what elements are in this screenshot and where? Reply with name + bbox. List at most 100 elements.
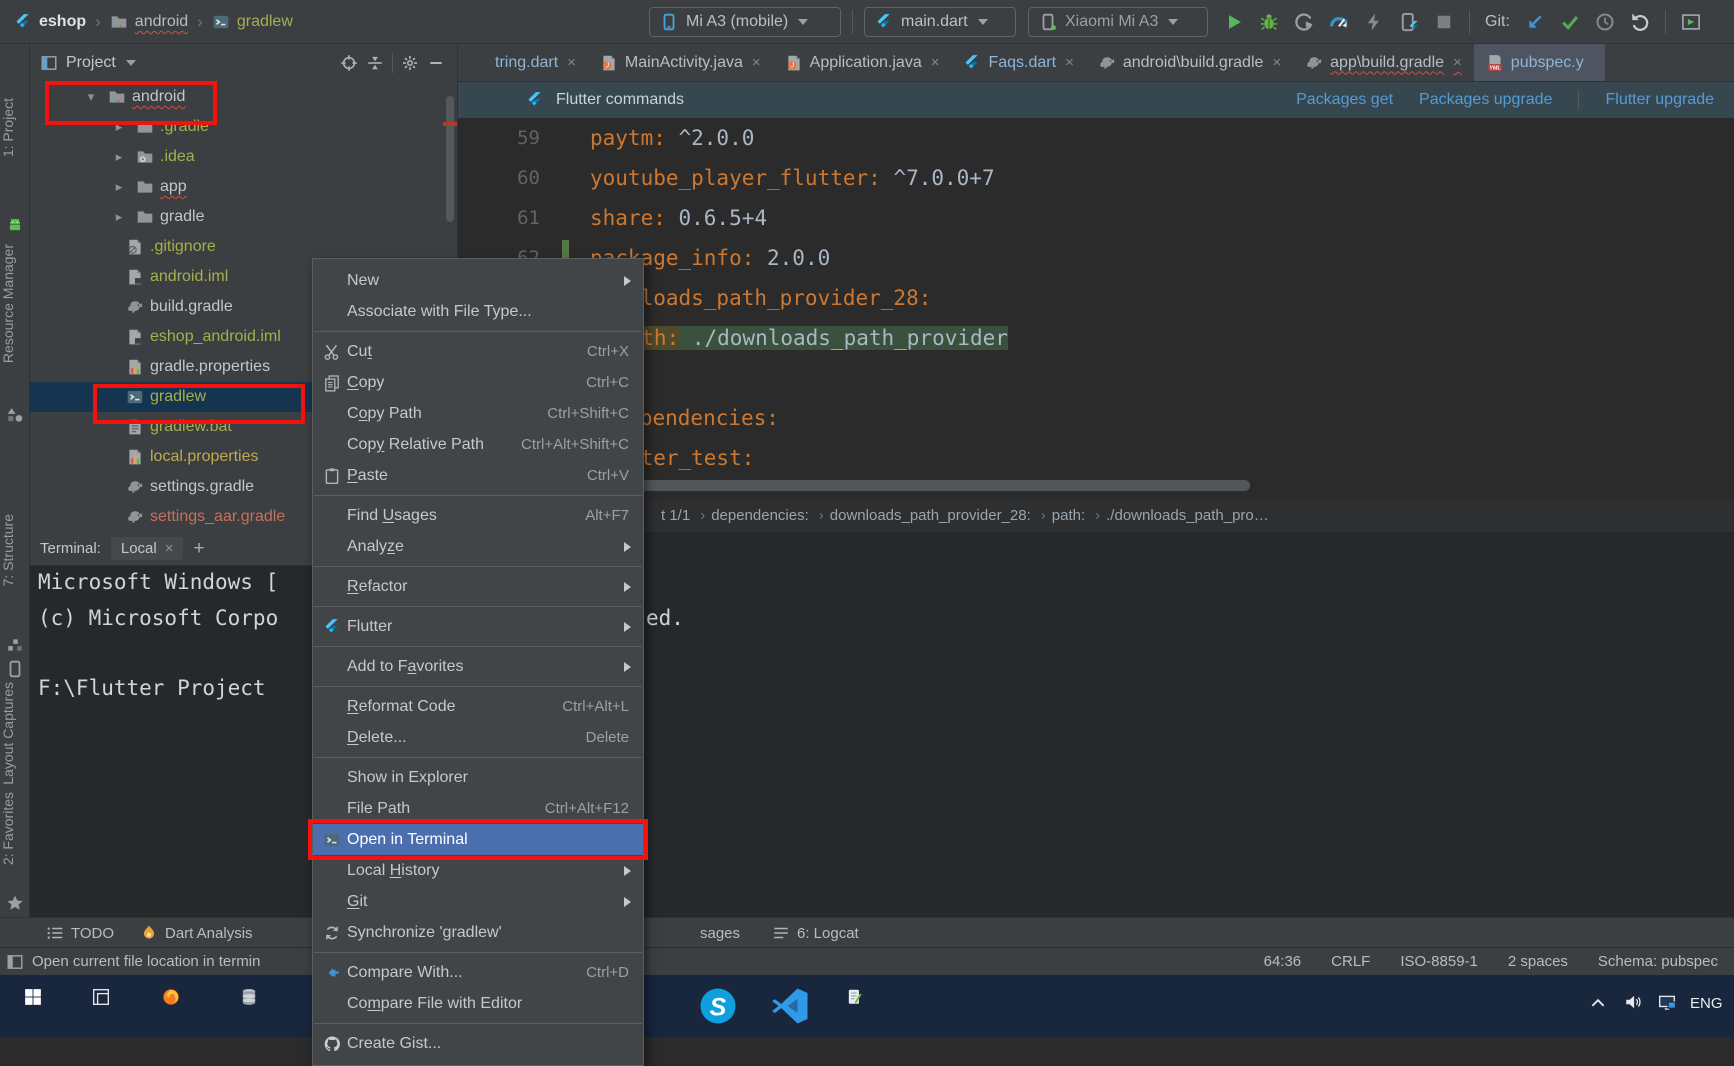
menu-item[interactable]: Local History [313, 855, 643, 886]
banner-action-link[interactable]: Packages upgrade [1419, 91, 1552, 109]
git-commit-button[interactable] [1560, 12, 1580, 32]
breadcrumb-item[interactable]: ›path: [1035, 507, 1085, 525]
menu-item[interactable] [314, 757, 642, 758]
star-icon[interactable] [6, 894, 24, 912]
hot-reload-icon[interactable] [1364, 12, 1384, 32]
tree-row[interactable]: ▸ .gradle [30, 112, 457, 142]
dart-analysis-tab[interactable]: Dart Analysis [140, 918, 253, 948]
caret-position[interactable]: 64:36 [1264, 953, 1302, 970]
attach-debugger-button[interactable] [1399, 12, 1419, 32]
profile-button[interactable] [1294, 12, 1314, 32]
stop-button[interactable] [1434, 12, 1454, 32]
logcat-tab[interactable]: 6: Logcat [772, 918, 859, 948]
menu-item[interactable]: Copy Relative Path Ctrl+Alt+Shift+C [313, 429, 643, 460]
menu-item[interactable]: Open in Terminal [313, 824, 643, 855]
sidebar-tab-favorites[interactable]: 2: Favorites [0, 792, 30, 865]
task-view-button[interactable] [86, 988, 116, 1006]
editor-tab[interactable]: android\build.gradle × [1086, 44, 1293, 81]
menu-item[interactable]: Paste Ctrl+V [313, 460, 643, 491]
target-device-selector[interactable]: Xiaomi Mi A3 [1028, 7, 1208, 37]
close-icon[interactable]: × [1272, 54, 1281, 71]
menu-item[interactable]: Git [313, 886, 643, 917]
file-encoding[interactable]: ISO-8859-1 [1400, 953, 1478, 970]
menu-item[interactable]: Add to Favorites [313, 651, 643, 682]
sidebar-tab-layout-captures[interactable]: Layout Captures [0, 682, 30, 785]
hide-panel-button[interactable] [427, 54, 445, 72]
breadcrumb-project[interactable]: eshop [39, 13, 86, 31]
menu-item[interactable] [314, 495, 642, 496]
history-button[interactable] [1595, 12, 1615, 32]
menu-item[interactable]: Reformat Code Ctrl+Alt+L [313, 691, 643, 722]
editor-tab[interactable]: J MainActivity.java × [588, 44, 773, 81]
breadcrumb-item[interactable]: ›t 1/1 [644, 507, 690, 525]
menu-item[interactable]: File Path Ctrl+Alt+F12 [313, 793, 643, 824]
performance-button[interactable] [1329, 12, 1349, 32]
shapes-icon[interactable] [6, 406, 24, 424]
terminal-panel[interactable]: Terminal: Local × + Microsoft Windows [ … [30, 532, 1734, 917]
close-icon[interactable]: × [931, 54, 940, 71]
sidebar-tab-project[interactable]: 1: Project [0, 98, 30, 157]
tree-row[interactable]: ▸ gradle [30, 202, 457, 232]
run-config-selector[interactable]: main.dart [864, 7, 1016, 37]
firefox-icon[interactable] [162, 988, 180, 1006]
sidebar-tab-resource-manager[interactable]: Resource Manager [0, 244, 30, 363]
menu-item[interactable]: Delete... Delete [313, 722, 643, 753]
menu-item[interactable]: Copy Path Ctrl+Shift+C [313, 398, 643, 429]
tree-row[interactable]: ▸ .idea [30, 142, 457, 172]
android-icon[interactable] [6, 216, 24, 234]
network-display-icon[interactable] [1654, 993, 1680, 1011]
tree-row[interactable]: ▾ android [30, 82, 457, 112]
debug-button[interactable] [1259, 12, 1279, 32]
breadcrumb-file[interactable]: gradlew [237, 13, 293, 31]
expand-arrow-icon[interactable]: ▸ [108, 179, 130, 195]
todo-tab[interactable]: TODO [46, 918, 114, 948]
menu-item[interactable] [314, 606, 642, 607]
start-button[interactable] [18, 988, 48, 1006]
menu-item[interactable]: Analyze [313, 531, 643, 562]
device-selector[interactable]: Mi A3 (mobile) [649, 7, 841, 37]
project-panel-title[interactable]: Project [66, 54, 116, 72]
close-icon[interactable]: × [567, 54, 576, 71]
expand-arrow-icon[interactable]: ▾ [80, 89, 102, 105]
tool-window-toggle-icon[interactable] [6, 953, 24, 971]
menu-item[interactable] [314, 952, 642, 953]
chevron-down-icon[interactable] [126, 60, 136, 66]
menu-item[interactable]: Compare With... Ctrl+D [313, 957, 643, 988]
menu-item[interactable] [314, 331, 642, 332]
sidebar-tab-structure[interactable]: 7: Structure [0, 514, 30, 586]
menu-item[interactable] [314, 566, 642, 567]
editor-tab[interactable]: J Application.java × [773, 44, 952, 81]
menu-item[interactable] [314, 1023, 642, 1024]
menu-item[interactable] [314, 686, 642, 687]
breadcrumb-item[interactable]: ›./downloads_path_pro… [1089, 507, 1269, 525]
new-terminal-button[interactable]: + [193, 538, 204, 560]
revert-button[interactable] [1630, 12, 1650, 32]
expand-arrow-icon[interactable]: ▸ [108, 119, 130, 135]
tool-window-icon[interactable] [1681, 12, 1701, 32]
database-app-icon[interactable] [240, 988, 258, 1006]
editor-tab[interactable]: tring.dart × [458, 44, 588, 81]
expand-arrow-icon[interactable]: ▸ [108, 149, 130, 165]
menu-item[interactable] [314, 646, 642, 647]
menu-item[interactable]: Create Gist... [313, 1028, 643, 1059]
close-icon[interactable]: × [752, 54, 761, 71]
close-icon[interactable]: × [1065, 54, 1074, 71]
breadcrumb-item[interactable]: ›dependencies: [694, 507, 809, 525]
skype-icon[interactable]: S [698, 986, 738, 1026]
vscode-icon[interactable] [770, 986, 810, 1026]
banner-action-link[interactable]: Flutter upgrade [1605, 91, 1714, 109]
tray-expand-icon[interactable] [1586, 994, 1610, 1012]
line-ending[interactable]: CRLF [1331, 953, 1370, 970]
layout-capture-icon[interactable] [6, 660, 24, 678]
banner-action-link[interactable]: Packages get [1296, 91, 1393, 109]
breadcrumb-folder[interactable]: android [135, 13, 188, 31]
language-indicator[interactable]: ENG [1690, 995, 1723, 1012]
run-button[interactable] [1224, 12, 1244, 32]
menu-item[interactable]: Cut Ctrl+X [313, 336, 643, 367]
expand-arrow-icon[interactable]: ▸ [108, 209, 130, 225]
menu-item[interactable]: New [313, 265, 643, 296]
tree-row[interactable]: ▸ app [30, 172, 457, 202]
notepad-app-icon[interactable] [846, 988, 864, 1006]
editor-tab[interactable]: Faqs.dart × [951, 44, 1085, 81]
breadcrumb-item[interactable]: ›downloads_path_provider_28: [813, 507, 1031, 525]
